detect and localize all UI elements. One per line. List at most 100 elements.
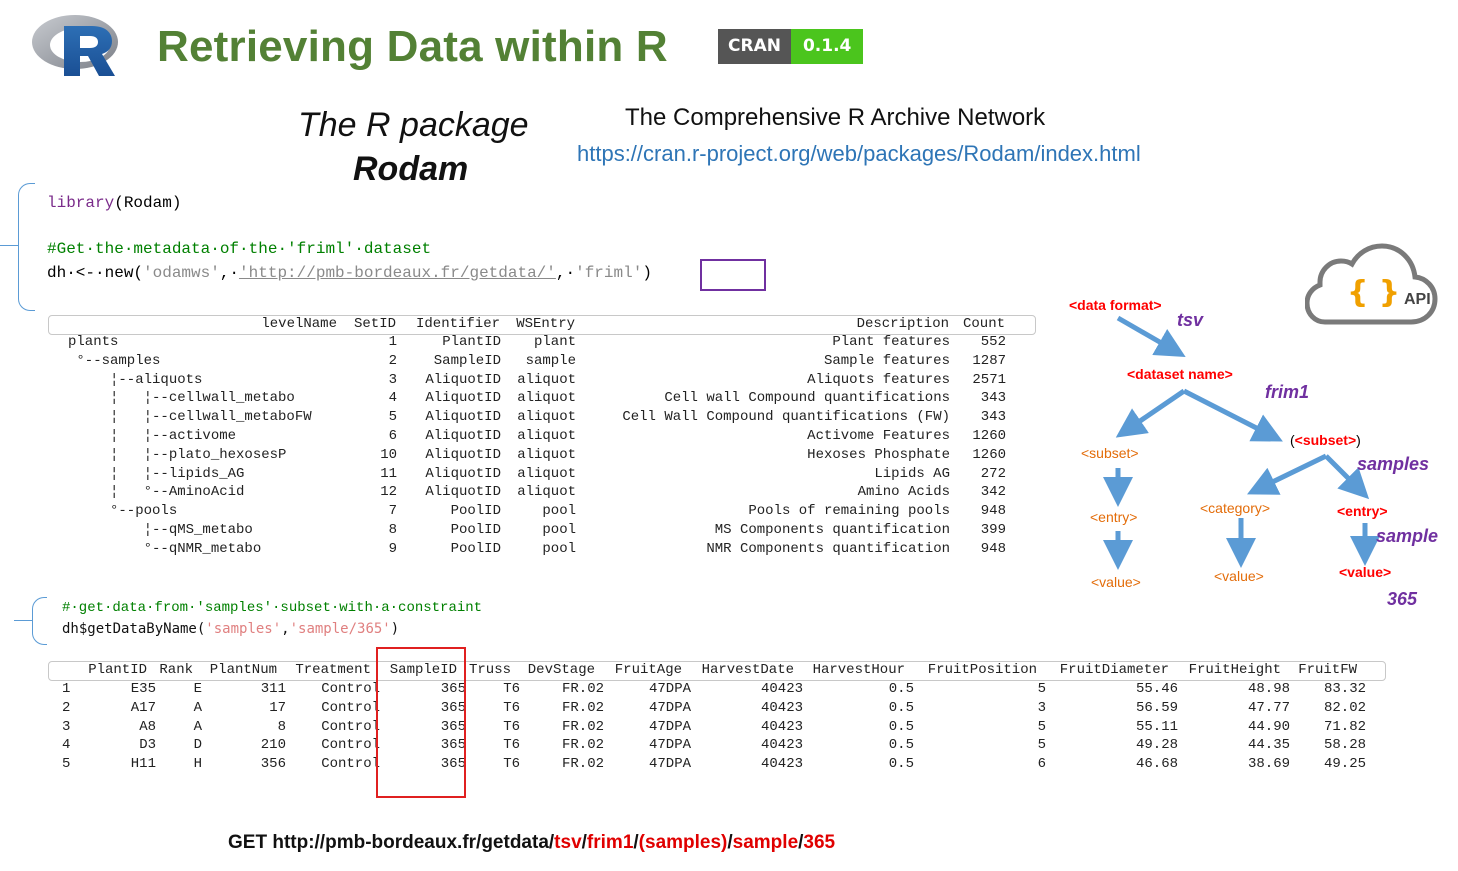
value-right-label: <value> — [1339, 564, 1392, 580]
column-header: SetID — [353, 316, 396, 332]
table-cell: Pools of remaining pools — [748, 503, 950, 520]
code-function: dh$getDataByName( — [62, 621, 206, 637]
table-cell: aliquot — [517, 390, 576, 407]
table-cell: T6 — [503, 718, 520, 735]
column-header: FruitHeight — [1188, 662, 1281, 678]
table-cell: 2571 — [972, 371, 1006, 388]
table-cell: A17 — [130, 699, 156, 716]
table-cell: 40423 — [760, 737, 803, 754]
table-cell: 44.35 — [1247, 737, 1290, 754]
table-cell: 47DPA — [648, 699, 691, 716]
column-header: FruitPosition — [927, 662, 1037, 678]
table-cell: °--pools — [68, 503, 178, 520]
table-row: 3 A8 A 8 Control 365 T6 FR.02 47DPA 40423 0.5 5 55.1… — [48, 719, 1388, 738]
table-cell: 47DPA — [648, 756, 691, 773]
table-cell: ¦ ¦--cellwall_metaboFW — [68, 409, 312, 426]
table-cell: Lipids AG — [874, 465, 950, 482]
table-header: PlantID Rank PlantNum Treatment SampleID Trus… — [48, 661, 1386, 681]
column-header: Treatment — [295, 662, 371, 678]
table-cell: 46.68 — [1135, 756, 1178, 773]
code-separator: ,· — [219, 264, 240, 282]
table-cell: H — [193, 756, 202, 773]
table-cell: 4 — [62, 737, 71, 754]
badge-label: CRAN — [718, 29, 791, 64]
table-cell: D — [193, 737, 202, 754]
table-cell: AliquotID — [425, 390, 501, 407]
table-row: ¦ °--AminoAcid 12 AliquotID aliquot Amino Ac… — [48, 484, 1036, 503]
table-row: ¦ ¦--activome 6 AliquotID aliquot Activome F… — [48, 428, 1036, 447]
table-cell: pool — [542, 503, 576, 520]
table-cell: Cell Wall Compound quantifications (FW) — [622, 409, 950, 426]
column-header: HarvestHour — [812, 662, 905, 678]
table-cell: 58.28 — [1323, 737, 1366, 754]
table-cell: °--samples — [68, 352, 161, 369]
table-cell: 1260 — [972, 446, 1006, 463]
table-cell: 0.5 — [888, 737, 914, 754]
archive-url-link[interactable]: https://cran.r-project.org/web/packages/… — [577, 141, 1141, 167]
table-cell: AliquotID — [425, 446, 501, 463]
table-cell: plant — [533, 334, 576, 350]
table-cell: aliquot — [517, 428, 576, 444]
table-cell: FR.02 — [561, 699, 604, 716]
table-cell: T6 — [503, 699, 520, 716]
table-cell: 44.90 — [1247, 718, 1290, 735]
table-row: ¦ ¦--plato_hexosesP 10 AliquotID aliquot Hex… — [48, 447, 1036, 466]
table-cell: ¦--qMS_metabo — [68, 522, 253, 538]
entry-left-label: <entry> — [1090, 509, 1138, 525]
table-cell: FR.02 — [561, 737, 604, 754]
get-format: tsv — [554, 832, 582, 853]
column-header: levelName — [261, 316, 337, 332]
code-string-constraint: 'sample/365' — [289, 621, 391, 637]
r-logo-icon — [32, 15, 118, 76]
table-cell: aliquot — [517, 484, 576, 501]
table-cell: 3 — [1037, 699, 1046, 716]
table-cell: 2 — [62, 699, 71, 716]
table-cell: 49.28 — [1135, 737, 1178, 754]
subset-right-label: (<subset>) — [1290, 432, 1361, 448]
sampleid-highlight-box — [376, 647, 466, 798]
table-cell: T6 — [503, 756, 520, 773]
table-row: 4 D3 D 210 Control 365 T6 FR.02 47DPA 40423 0.5 5 49… — [48, 737, 1388, 756]
table-cell: AliquotID — [425, 428, 501, 444]
column-header: FruitAge — [614, 662, 682, 678]
table-row: 1 E35 E 311 Control 365 T6 FR.02 47DPA 40423 0.5 5 5… — [48, 681, 1388, 700]
table-cell: 272 — [980, 465, 1006, 482]
table-cell: 552 — [980, 334, 1006, 350]
table-cell: pool — [542, 540, 576, 557]
table-cell: T6 — [503, 681, 520, 697]
value-left-label: <value> — [1091, 574, 1141, 590]
table-cell: 56.59 — [1135, 699, 1178, 716]
table-cell: T6 — [503, 737, 520, 754]
table-row: ¦--aliquots 3 AliquotID aliquot Aliquots fea… — [48, 372, 1036, 391]
table-cell: A — [193, 699, 202, 716]
column-header: Rank — [159, 662, 193, 678]
code-separator: , — [281, 621, 290, 637]
table-cell: 40423 — [760, 756, 803, 773]
code-comment: #Get·the·metadata·of·the·'friml'·dataset — [47, 240, 432, 258]
table-cell: AliquotID — [425, 409, 501, 426]
table-cell: Control — [321, 699, 380, 716]
table-cell: AliquotID — [425, 371, 501, 388]
table-cell: 6 — [1037, 756, 1046, 773]
table-cell: °--qNMR_metabo — [68, 540, 262, 557]
table-cell: 0.5 — [888, 718, 914, 735]
table-cell: 47DPA — [648, 718, 691, 735]
archive-name: The Comprehensive R Archive Network — [625, 104, 1046, 131]
dataset-name-label: <dataset name> — [1127, 366, 1233, 382]
column-header: DevStage — [527, 662, 595, 678]
table-cell: Control — [321, 737, 380, 754]
table-cell: Activome Features — [807, 428, 950, 444]
table-cell: 343 — [980, 409, 1006, 426]
table-cell: 948 — [980, 540, 1006, 557]
frim1-label: frim1 — [1265, 382, 1310, 402]
table-cell: 5 — [1037, 737, 1046, 754]
table-cell: 210 — [260, 737, 286, 754]
code-string-samples: 'samples' — [205, 621, 282, 637]
table-cell: Plant features — [832, 334, 950, 350]
get-subset: (samples) — [638, 832, 728, 853]
table-cell: 55.11 — [1135, 718, 1178, 735]
table-cell: E — [193, 681, 202, 697]
table-cell: AliquotID — [425, 465, 501, 482]
table-cell: 47DPA — [648, 737, 691, 754]
table-row: ¦ ¦--cellwall_metabo 4 AliquotID aliquot Cel… — [48, 390, 1036, 409]
